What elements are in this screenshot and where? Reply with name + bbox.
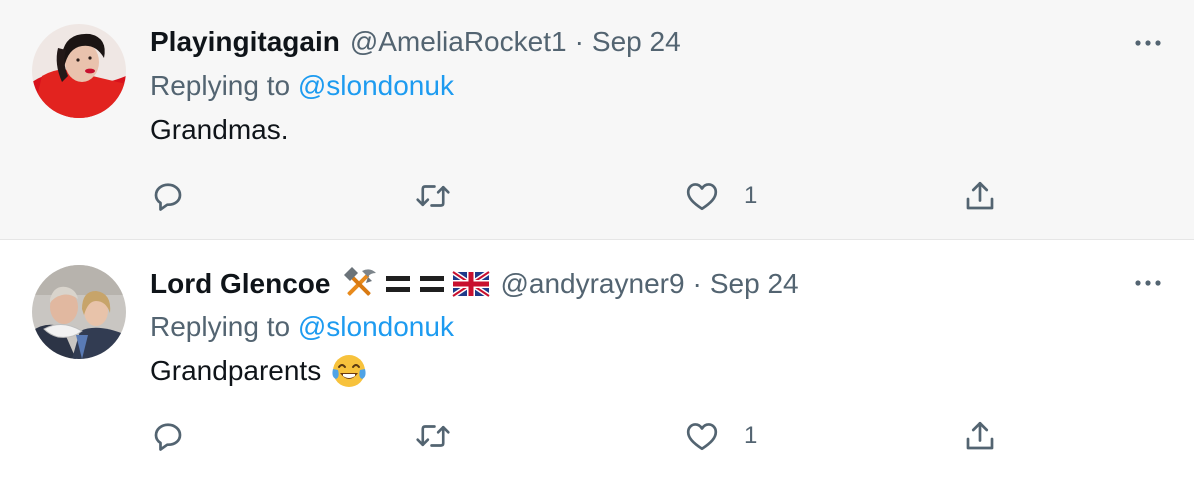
retweet-button[interactable] xyxy=(414,176,452,216)
like-count: 1 xyxy=(744,422,758,449)
replying-prefix: Replying to xyxy=(150,311,291,342)
author-handle[interactable]: @AmeliaRocket1 xyxy=(350,26,567,58)
author-name[interactable]: Lord Glencoe xyxy=(150,268,330,300)
tweet-reply[interactable]: Lord Glencoe @andyrayner9 · Sep 24 Reply… xyxy=(0,240,1194,478)
replying-to-line: Replying to @slondonuk xyxy=(150,311,454,343)
share-icon xyxy=(966,421,994,450)
more-options-button[interactable] xyxy=(1130,25,1166,61)
reply-button[interactable] xyxy=(150,176,186,216)
more-options-button[interactable] xyxy=(1130,265,1166,301)
tweet-text: Grandmas. xyxy=(150,114,289,146)
separator-dot: · xyxy=(574,26,584,57)
flag-stripe-icon xyxy=(386,276,411,292)
tweet-date[interactable]: Sep 24 xyxy=(710,268,799,300)
share-icon xyxy=(966,181,994,210)
mention-link[interactable]: @slondonuk xyxy=(298,311,454,342)
author-name[interactable]: Playingitagain xyxy=(150,26,340,58)
reply-icon xyxy=(154,423,182,451)
share-button[interactable] xyxy=(962,416,998,456)
retweet-icon xyxy=(416,185,450,207)
tweet-text-content: Grandparents xyxy=(150,355,322,386)
tweet-header: Playingitagain @AmeliaRocket1 · Sep 24 xyxy=(150,22,681,62)
replying-prefix: Replying to xyxy=(150,70,291,101)
replying-to-line: Replying to @slondonuk xyxy=(150,70,454,102)
reply-icon xyxy=(154,183,182,211)
heart-icon xyxy=(686,423,718,451)
tweet-date[interactable]: Sep 24 xyxy=(592,26,681,58)
tweet-text-content: Grandmas. xyxy=(150,114,289,145)
like-button[interactable]: 1 xyxy=(684,176,757,216)
separator-dot: · xyxy=(692,268,702,299)
tweet-reply[interactable]: Playingitagain @AmeliaRocket1 · Sep 24 R… xyxy=(0,0,1194,240)
heart-icon xyxy=(686,183,718,211)
name-badges xyxy=(340,265,491,303)
like-button[interactable]: 1 xyxy=(684,416,757,456)
avatar[interactable] xyxy=(32,24,126,118)
tweet-header: Lord Glencoe @andyrayner9 · Sep 24 xyxy=(150,264,799,304)
hammer-pick-emoji xyxy=(344,267,377,296)
laughing-tears-emoji xyxy=(332,355,366,387)
author-handle[interactable]: @andyrayner9 xyxy=(500,268,684,300)
flag-stripe-icon xyxy=(420,276,445,292)
retweet-icon xyxy=(416,425,450,447)
reply-button[interactable] xyxy=(150,416,186,456)
tweet-actions: 1 xyxy=(150,176,1030,216)
retweet-button[interactable] xyxy=(414,416,452,456)
mention-link[interactable]: @slondonuk xyxy=(298,70,454,101)
avatar[interactable] xyxy=(32,265,126,359)
tweet-text: Grandparents xyxy=(150,353,367,389)
share-button[interactable] xyxy=(962,176,998,216)
more-dots-icon xyxy=(1135,40,1161,46)
like-count: 1 xyxy=(744,182,758,209)
more-dots-icon xyxy=(1135,280,1161,286)
union-jack-flag-icon xyxy=(452,271,491,297)
tweet-actions: 1 xyxy=(150,416,1030,456)
